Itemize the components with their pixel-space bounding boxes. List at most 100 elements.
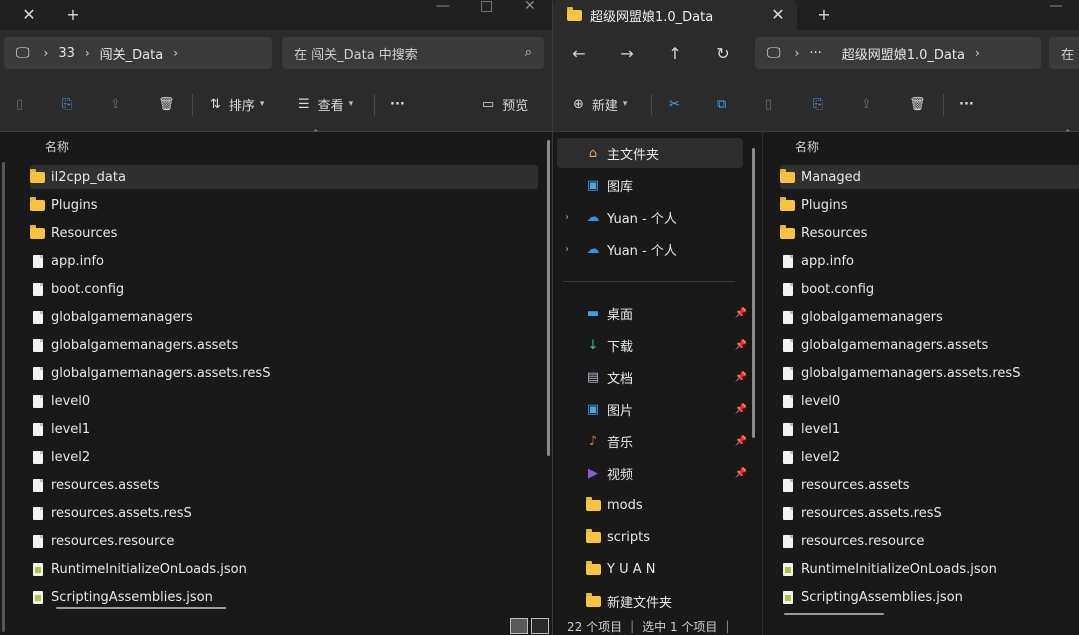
refresh-icon[interactable]: ↻ xyxy=(711,42,735,64)
nav-item[interactable]: scripts xyxy=(557,522,743,552)
file-row[interactable]: level1 xyxy=(780,417,1079,441)
file-row[interactable]: ScriptingAssemblies.json xyxy=(30,585,538,609)
chevron-right-icon[interactable]: › xyxy=(795,46,800,60)
file-row[interactable]: level2 xyxy=(30,445,538,469)
chevron-right-icon[interactable]: › xyxy=(85,46,90,60)
file-row[interactable]: resources.assets xyxy=(780,473,1079,497)
tab-active[interactable]: 超级网盟娘1.0_Data xyxy=(553,0,797,30)
file-row[interactable]: level0 xyxy=(780,389,1079,413)
file-row[interactable]: globalgamemanagers.assets xyxy=(30,333,538,357)
maximize-icon[interactable]: □ xyxy=(480,0,493,14)
view-button[interactable]: ☰ 查看 ▾ xyxy=(298,93,353,115)
breadcrumb-item[interactable]: 闯关_Data xyxy=(100,44,164,63)
file-row[interactable]: RuntimeInitializeOnLoads.json xyxy=(780,557,1079,581)
file-row[interactable]: Resources xyxy=(780,221,1079,245)
up-icon[interactable]: ↑ xyxy=(663,42,687,64)
nav-label: 桌面 xyxy=(607,307,634,323)
sort-button[interactable]: ⇅ 排序 ▾ xyxy=(210,93,264,115)
nav-item[interactable]: ▤ 文档 📌 xyxy=(557,362,747,392)
search-input[interactable]: 在 xyxy=(1049,37,1079,69)
nav-item[interactable]: ▶ 视频 📌 xyxy=(557,458,747,488)
details-view-icon[interactable] xyxy=(510,618,528,634)
nav-item[interactable]: ↓ 下载 📌 xyxy=(557,330,747,360)
new-tab-icon[interactable]: + xyxy=(809,3,839,25)
file-row[interactable]: Plugins xyxy=(30,193,538,217)
nav-item[interactable]: › ☁ Yuan - 个人 xyxy=(557,202,743,232)
share-icon[interactable]: ⇪ xyxy=(861,93,872,115)
file-row[interactable]: resources.resource xyxy=(30,529,538,553)
file-row[interactable]: globalgamemanagers.assets.resS xyxy=(30,361,538,385)
chevron-right-icon[interactable]: › xyxy=(173,46,178,60)
file-row[interactable]: resources.assets.resS xyxy=(30,501,538,525)
copy-icon[interactable]: ⧉ xyxy=(717,93,726,115)
file-row[interactable]: level2 xyxy=(780,445,1079,469)
file-row[interactable]: globalgamemanagers xyxy=(30,305,538,329)
new-tab-icon[interactable]: + xyxy=(58,3,88,25)
expand-chevron-icon[interactable]: › xyxy=(565,244,569,255)
close-tab-icon[interactable]: ✕ xyxy=(14,3,44,25)
more-options-icon[interactable]: ··· xyxy=(959,93,974,115)
file-row[interactable]: globalgamemanagers.assets.resS xyxy=(780,361,1079,385)
expand-chevron-icon[interactable]: › xyxy=(565,212,569,223)
file-row[interactable]: resources.resource xyxy=(780,529,1079,553)
breadcrumb-item[interactable]: 33 xyxy=(58,46,75,61)
nav-item[interactable]: Y U A N xyxy=(557,554,743,584)
paste-icon[interactable]: ▯ xyxy=(765,93,772,115)
title-bar: 超级网盟娘1.0_Data ✕ + — xyxy=(553,0,1079,30)
file-row[interactable]: boot.config xyxy=(780,277,1079,301)
back-icon[interactable]: ← xyxy=(567,42,591,64)
cut-icon[interactable]: ✂ xyxy=(669,93,680,115)
nav-item[interactable]: ▣ 图库 xyxy=(557,170,743,200)
new-button[interactable]: ⊕ 新建 ▾ xyxy=(573,93,627,115)
share-icon[interactable]: ⇪ xyxy=(110,93,121,115)
file-row[interactable]: app.info xyxy=(30,249,538,273)
rename-icon[interactable]: ⎘ xyxy=(813,93,823,115)
nav-item[interactable]: ♪ 音乐 📌 xyxy=(557,426,747,456)
nav-item[interactable]: ▬ 桌面 📌 xyxy=(557,298,747,328)
chevron-right-icon[interactable]: › xyxy=(975,46,980,60)
column-header-name[interactable]: 名称 xyxy=(45,138,69,155)
minimize-icon[interactable]: — xyxy=(1049,0,1063,14)
nav-scrollbar[interactable] xyxy=(752,148,755,438)
window-close-icon[interactable]: ✕ xyxy=(524,0,536,14)
breadcrumb-overflow[interactable]: ··· xyxy=(809,46,821,61)
delete-icon[interactable]: 🗑 xyxy=(909,93,926,115)
file-row[interactable]: ScriptingAssemblies.json xyxy=(780,585,1079,609)
nav-item[interactable]: ⌂ 主文件夹 xyxy=(557,138,743,168)
file-row[interactable]: boot.config xyxy=(30,277,538,301)
file-row[interactable]: Managed xyxy=(780,165,1079,189)
preview-button[interactable]: ▭ 预览 xyxy=(482,93,528,115)
minimize-icon[interactable]: — xyxy=(436,0,450,14)
forward-icon[interactable]: → xyxy=(615,42,639,64)
rename-icon[interactable]: ⎘ xyxy=(62,93,72,115)
file-row[interactable]: level0 xyxy=(30,389,538,413)
file-row[interactable]: resources.assets xyxy=(30,473,538,497)
delete-icon[interactable]: 🗑 xyxy=(158,93,175,115)
file-row[interactable]: resources.assets.resS xyxy=(780,501,1079,525)
address-bar[interactable]: 🖵 › 33 › 闯关_Data › xyxy=(4,37,272,69)
vertical-scrollbar[interactable] xyxy=(547,140,550,456)
horizontal-scrollbar[interactable] xyxy=(784,613,884,615)
search-input[interactable]: 在 闯关_Data 中搜索 ⌕ xyxy=(282,37,544,69)
more-options-icon[interactable]: ··· xyxy=(390,93,405,115)
file-row[interactable]: il2cpp_data xyxy=(30,165,538,189)
address-bar[interactable]: 🖵 › ··· 超级网盟娘1.0_Data › xyxy=(755,37,1041,69)
file-row[interactable]: globalgamemanagers.assets xyxy=(780,333,1079,357)
breadcrumb-item[interactable]: 超级网盟娘1.0_Data xyxy=(842,44,965,63)
file-row[interactable]: level1 xyxy=(30,417,538,441)
file-row[interactable]: app.info xyxy=(780,249,1079,273)
tiles-view-icon[interactable] xyxy=(531,618,549,634)
chevron-right-icon[interactable]: › xyxy=(44,46,49,60)
file-row[interactable]: globalgamemanagers xyxy=(780,305,1079,329)
nav-item[interactable]: › ☁ Yuan - 个人 xyxy=(557,234,743,264)
nav-item[interactable]: ▣ 图片 📌 xyxy=(557,394,747,424)
address-row: ← → ↑ ↻ 🖵 › ··· 超级网盟娘1.0_Data › 在 xyxy=(553,30,1079,76)
column-header-name[interactable]: 名称 xyxy=(795,138,819,155)
paste-icon[interactable]: ▯ xyxy=(16,93,23,115)
file-row[interactable]: Resources xyxy=(30,221,538,245)
nav-item[interactable]: mods xyxy=(557,490,743,520)
nav-item[interactable]: 新建文件夹 xyxy=(557,586,743,616)
file-row[interactable]: RuntimeInitializeOnLoads.json xyxy=(30,557,538,581)
close-tab-icon[interactable]: ✕ xyxy=(763,3,793,25)
file-row[interactable]: Plugins xyxy=(780,193,1079,217)
